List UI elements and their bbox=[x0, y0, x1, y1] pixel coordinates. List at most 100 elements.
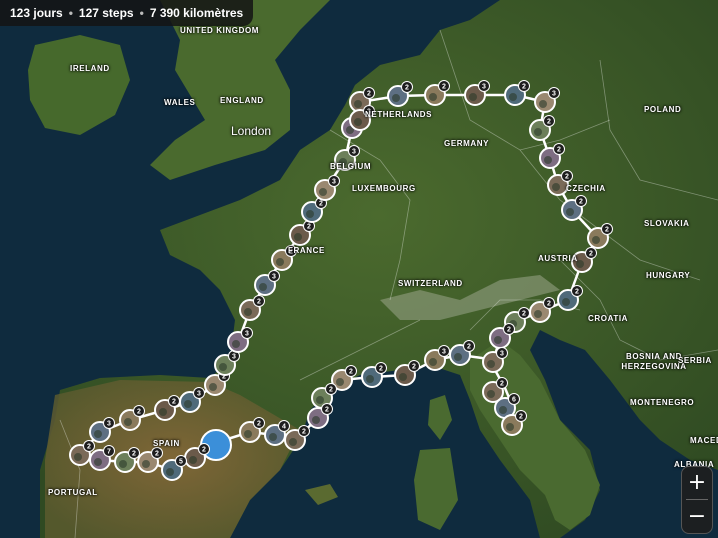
step-count-text: 6 bbox=[512, 397, 516, 404]
label-serbia: SERBIA bbox=[678, 356, 712, 365]
step-photo-detail bbox=[487, 390, 495, 398]
stats-separator: • bbox=[139, 6, 144, 20]
step-count-text: 3 bbox=[500, 351, 504, 358]
step-photo-detail bbox=[142, 460, 150, 468]
step-count-text: 3 bbox=[245, 331, 249, 338]
step-photo-detail bbox=[319, 188, 327, 196]
step-count-text: 3 bbox=[197, 391, 201, 398]
step-count-text: 2 bbox=[329, 387, 333, 394]
step-count-text: 3 bbox=[232, 354, 236, 361]
step-photo-detail bbox=[354, 118, 362, 126]
step-count-text: 7 bbox=[107, 449, 111, 456]
step-count-text: 2 bbox=[579, 199, 583, 206]
step-photo-detail bbox=[566, 208, 574, 216]
label-united-kingdom: UNITED KINGDOM bbox=[180, 26, 260, 35]
label-czechia: CZECHIA bbox=[566, 184, 606, 193]
step-photo-detail bbox=[534, 128, 542, 136]
label-austria: AUSTRIA bbox=[538, 254, 578, 263]
step-count-text: 2 bbox=[307, 224, 311, 231]
step-count-text: 2 bbox=[367, 91, 371, 98]
label-england: ENGLAND bbox=[220, 96, 264, 105]
label-switzerland: SWITZERLAND bbox=[398, 279, 463, 288]
step-count-text: 3 bbox=[552, 91, 556, 98]
step-count-text: 2 bbox=[87, 444, 91, 451]
step-count-text: 3 bbox=[272, 274, 276, 281]
step-count-text: 2 bbox=[467, 344, 471, 351]
zoom-out-button[interactable]: − bbox=[682, 501, 712, 533]
step-photo-detail bbox=[119, 460, 127, 468]
step-photo-detail bbox=[244, 308, 252, 316]
step-photo-detail bbox=[534, 310, 542, 318]
step-photo-detail bbox=[312, 416, 320, 424]
step-count-text: 2 bbox=[522, 311, 526, 318]
step-photo-detail bbox=[219, 363, 227, 371]
label-germany: GERMANY bbox=[444, 139, 490, 148]
step-photo-detail bbox=[552, 183, 560, 191]
step-photo-detail bbox=[539, 100, 547, 108]
trip-stats-bar: 123 jours • 127 steps • 7 390 kilomètres bbox=[0, 0, 254, 26]
step-photo-detail bbox=[454, 353, 462, 361]
step-count-text: 2 bbox=[202, 447, 206, 454]
step-count-text: 2 bbox=[257, 299, 261, 306]
map-base[interactable]: 2 3 2 2 3 2 3 3 2 3 2 2 2 3 3 2 2 2 2 3 2 3 2 2 2 2 2 2 2 2 2 2 3 2 3 2 2 2 2 2… bbox=[0, 0, 718, 538]
step-photo-detail bbox=[94, 430, 102, 438]
label-slovakia: SLOVAKIA bbox=[644, 219, 690, 228]
zoom-in-button[interactable]: + bbox=[682, 467, 712, 499]
step-count-text: 2 bbox=[442, 84, 446, 91]
step-count-text: 4 bbox=[282, 424, 286, 431]
step-count-text: 2 bbox=[500, 381, 504, 388]
step-count-text: 2 bbox=[155, 451, 159, 458]
label-wales: WALES bbox=[164, 98, 196, 107]
step-photo-detail bbox=[487, 360, 495, 368]
step-photo-detail bbox=[506, 423, 514, 431]
step-photo-detail bbox=[166, 468, 174, 476]
step-photo-detail bbox=[366, 375, 374, 383]
step-count-text: 3 bbox=[442, 349, 446, 356]
label-belgium: BELGIUM bbox=[330, 162, 372, 171]
label-hungary: HUNGARY bbox=[646, 271, 691, 280]
step-photo-detail bbox=[184, 400, 192, 408]
trip-steps: 127 steps bbox=[78, 6, 134, 20]
step-count-text: 2 bbox=[575, 289, 579, 296]
zoom-controls: + − bbox=[681, 466, 713, 534]
step-photo-detail bbox=[494, 336, 502, 344]
step-photo-detail bbox=[269, 433, 277, 441]
step-count-text: 2 bbox=[589, 251, 593, 258]
step-count-text: 3 bbox=[352, 149, 356, 156]
step-photo-detail bbox=[562, 298, 570, 306]
step-count-text: 2 bbox=[522, 84, 526, 91]
step-photo-detail bbox=[499, 406, 507, 414]
step-photo-detail bbox=[354, 100, 362, 108]
label-london: London bbox=[231, 124, 272, 138]
step-count-text: 3 bbox=[332, 179, 336, 186]
step-photo-detail bbox=[244, 430, 252, 438]
step-photo-detail bbox=[74, 453, 82, 461]
step-photo-detail bbox=[306, 210, 314, 218]
label-netherlands: NETHERLANDS bbox=[365, 110, 433, 119]
step-count-text: 2 bbox=[172, 399, 176, 406]
step-photo-detail bbox=[232, 340, 240, 348]
step-count-text: 2 bbox=[605, 227, 609, 234]
step-photo-detail bbox=[544, 156, 552, 164]
step-photo-detail bbox=[94, 458, 102, 466]
step-count-text: 3 bbox=[107, 421, 111, 428]
step-count-text: 2 bbox=[557, 147, 561, 154]
label-montenegro: MONTENEGRO bbox=[630, 398, 695, 407]
step-count-text: 2 bbox=[547, 301, 551, 308]
step-photo-detail bbox=[509, 93, 517, 101]
step-count-text: 2 bbox=[319, 201, 323, 208]
step-photo-detail bbox=[592, 236, 600, 244]
step-photo-detail bbox=[159, 408, 167, 416]
label-croatia: CROATIA bbox=[588, 314, 629, 323]
step-photo-detail bbox=[429, 358, 437, 366]
map-view[interactable]: 2 3 2 2 3 2 3 3 2 3 2 2 2 3 3 2 2 2 2 3 2 3 2 2 2 2 2 2 2 2 2 2 3 2 3 2 2 2 2 2… bbox=[0, 0, 718, 538]
step-photo-detail bbox=[276, 258, 284, 266]
step-count-text: 2 bbox=[257, 421, 261, 428]
step-count-text: 2 bbox=[565, 174, 569, 181]
trip-days: 123 jours bbox=[10, 6, 63, 20]
step-count-text: 2 bbox=[349, 369, 353, 376]
step-photo-detail bbox=[259, 283, 267, 291]
label-portugal: PORTUGAL bbox=[48, 488, 98, 497]
step-count-text: 2 bbox=[325, 407, 329, 414]
step-count-text: 2 bbox=[379, 366, 383, 373]
